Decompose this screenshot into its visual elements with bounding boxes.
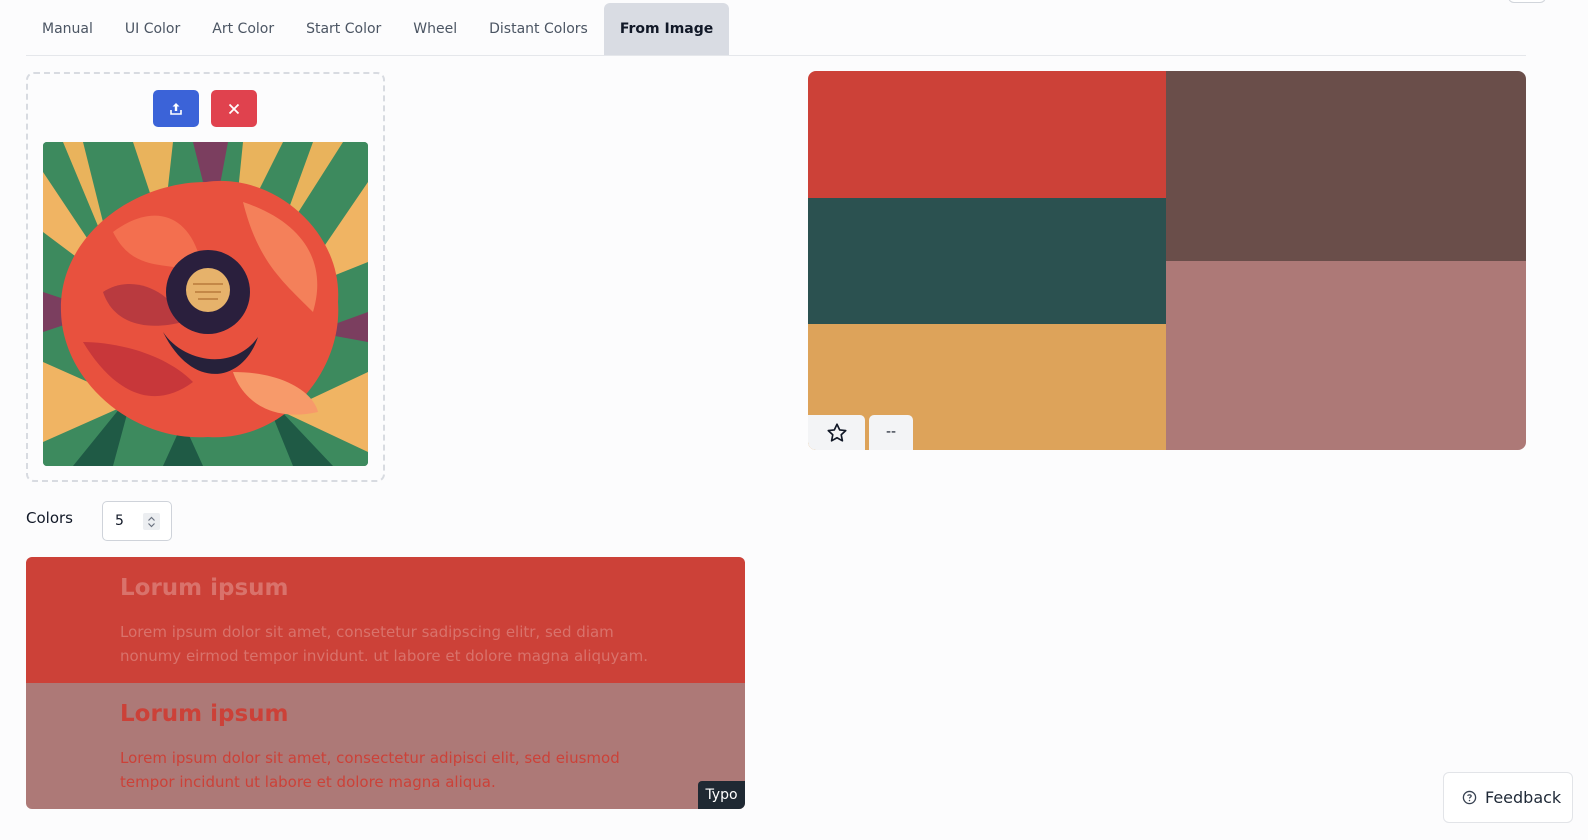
- palette-swatch[interactable]: [1166, 71, 1526, 261]
- preview-card-text: Lorem ipsum dolor sit amet, consectetur …: [120, 749, 620, 791]
- favorite-button[interactable]: [808, 415, 865, 450]
- palette-swatch[interactable]: [808, 71, 1166, 198]
- tab-distant-colors[interactable]: Distant Colors: [473, 3, 604, 55]
- tab-from-image[interactable]: From Image: [603, 3, 730, 55]
- star-icon: [826, 422, 847, 442]
- preview-card-text: Lorem ipsum dolor sit amet, consetetur s…: [120, 623, 648, 665]
- colors-label: Colors: [26, 509, 73, 527]
- preview-card-secondary: Lorum ipsum Lorem ipsum dolor sit amet, …: [26, 683, 745, 809]
- remove-image-button[interactable]: [211, 90, 257, 127]
- palette-swatch[interactable]: [808, 198, 1166, 324]
- tab-art-color[interactable]: Art Color: [196, 3, 290, 55]
- upload-button[interactable]: [153, 90, 199, 127]
- image-upload-panel[interactable]: [26, 72, 385, 482]
- close-icon: [228, 103, 240, 114]
- colors-count-value: 5: [115, 513, 124, 529]
- feedback-label: Feedback: [1485, 788, 1562, 807]
- color-palette: --: [808, 71, 1526, 450]
- palette-action-button[interactable]: --: [869, 415, 913, 450]
- stepper-arrows[interactable]: [143, 513, 160, 530]
- upload-icon: [170, 102, 182, 115]
- preview-card-title: Lorum ipsum: [120, 701, 289, 727]
- feedback-button[interactable]: Feedback: [1443, 772, 1573, 823]
- tab-manual[interactable]: Manual: [26, 3, 109, 55]
- uploaded-image: [43, 142, 368, 466]
- preview-card-primary: Lorum ipsum Lorem ipsum dolor sit amet, …: [26, 557, 745, 683]
- colors-count-stepper[interactable]: 5: [102, 501, 172, 541]
- tab-bar: Manual UI Color Art Color Start Color Wh…: [26, 3, 1526, 56]
- typo-badge[interactable]: Typo: [698, 781, 745, 809]
- chevron-up-down-icon: [148, 516, 155, 527]
- help-circle-icon: [1462, 790, 1477, 805]
- tab-start-color[interactable]: Start Color: [290, 3, 397, 55]
- tab-wheel[interactable]: Wheel: [397, 3, 473, 55]
- poppy-illustration: [43, 142, 368, 466]
- tab-ui-color[interactable]: UI Color: [109, 3, 196, 55]
- preview-card-title: Lorum ipsum: [120, 575, 289, 601]
- palette-swatch[interactable]: [1166, 261, 1526, 450]
